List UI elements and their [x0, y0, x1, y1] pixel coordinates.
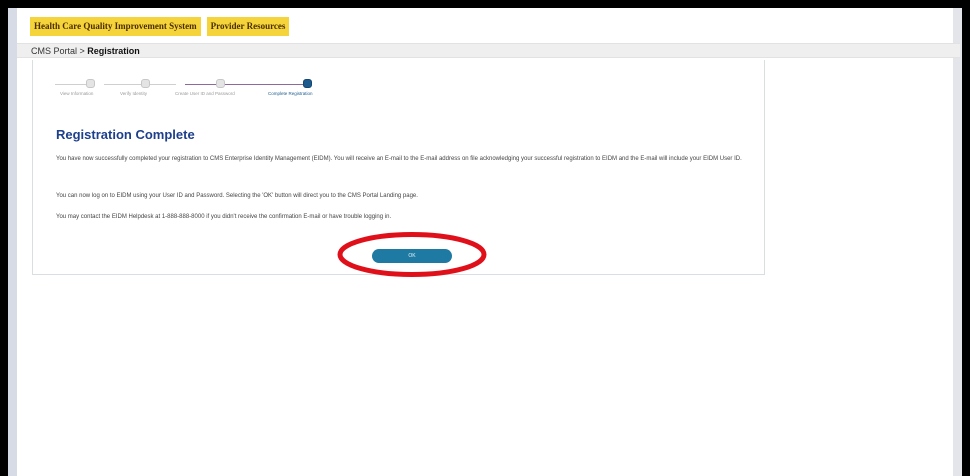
registration-stepper: View Information Verify Identity Create … — [46, 79, 346, 109]
step-dot-view-information — [86, 79, 95, 88]
step-label: Create User ID and Password — [175, 91, 235, 96]
breadcrumb: CMS Portal > Registration — [17, 43, 960, 58]
step-dot-create-user-id — [216, 79, 225, 88]
confirmation-text: You have now successfully completed your… — [56, 156, 742, 162]
step-dot-complete-registration — [303, 79, 312, 88]
breadcrumb-current: Registration — [87, 46, 140, 56]
step-connector — [104, 84, 176, 85]
step-connector-active — [185, 84, 303, 85]
login-instructions-text: You can now log on to EIDM using your Us… — [56, 193, 418, 199]
step-label: View Information — [60, 91, 94, 96]
step-dot-verify-identity — [141, 79, 150, 88]
left-rail — [8, 8, 17, 476]
right-rail — [953, 8, 962, 476]
helpdesk-text: You may contact the EIDM Helpdesk at 1-8… — [56, 214, 392, 220]
breadcrumb-separator: > — [77, 46, 88, 56]
ok-button[interactable]: OK — [372, 249, 452, 263]
page-title: Registration Complete — [56, 127, 195, 142]
step-label-current: Complete Registration — [268, 91, 313, 96]
step-label: Verify Identity — [120, 91, 148, 96]
breadcrumb-cms-portal[interactable]: CMS Portal — [31, 46, 77, 56]
top-navigation: Health Care Quality Improvement System P… — [30, 17, 290, 36]
nav-item-provider-resources[interactable]: Provider Resources — [206, 17, 290, 36]
nav-item-hcqis[interactable]: Health Care Quality Improvement System — [30, 17, 201, 36]
